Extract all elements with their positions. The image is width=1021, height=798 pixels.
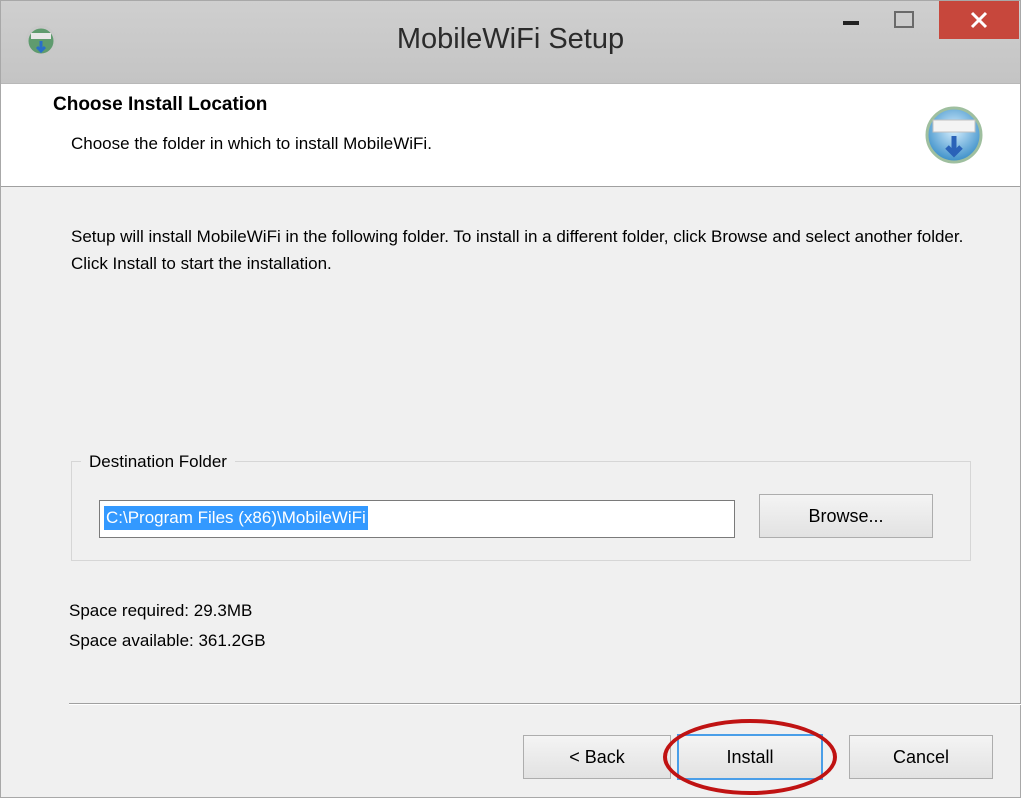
page-header: Choose Install Location Choose the folde… [1, 84, 1020, 187]
destination-path-input[interactable]: C:\Program Files (x86)\MobileWiFi [99, 500, 735, 538]
back-button[interactable]: < Back [523, 735, 671, 779]
cancel-button[interactable]: Cancel [849, 735, 993, 779]
maximize-button[interactable] [879, 1, 927, 41]
browse-button[interactable]: Browse... [759, 494, 933, 538]
title-bar[interactable]: MobileWiFi Setup [1, 1, 1020, 84]
destination-path-value: C:\Program Files (x86)\MobileWiFi [104, 506, 368, 530]
installer-globe-icon [925, 106, 983, 164]
footer-separator [69, 703, 1021, 705]
instructions-text: Setup will install MobileWiFi in the fol… [71, 227, 964, 273]
page-subtitle: Choose the folder in which to install Mo… [71, 134, 432, 153]
destination-folder-label: Destination Folder [81, 452, 235, 472]
install-button[interactable]: Install [677, 734, 823, 780]
page-title: Choose Install Location [53, 94, 268, 115]
space-available-text: Space available: 361.2GB [69, 631, 266, 650]
close-button[interactable] [939, 1, 1019, 39]
space-required-text: Space required: 29.3MB [69, 601, 253, 620]
close-icon [970, 11, 988, 29]
installer-window: MobileWiFi Setup Choose Install Location… [0, 0, 1021, 798]
minimize-button[interactable] [827, 1, 875, 41]
